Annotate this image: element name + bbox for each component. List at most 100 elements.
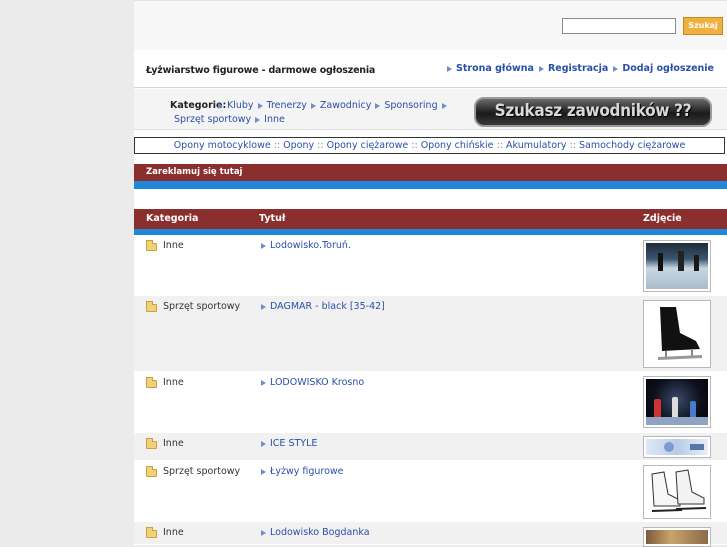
folder-icon	[146, 527, 157, 538]
category-label: Sprzęt sportowy	[174, 114, 252, 125]
row-title: Lodowisko Bogdanka	[270, 527, 370, 538]
link-separator: ::	[569, 140, 576, 151]
site-title: Łyżwiarstwo figurowe - darmowe ogłoszeni…	[146, 65, 376, 76]
link-separator: ::	[411, 140, 418, 151]
category-link-inne[interactable]: Inne	[264, 114, 285, 125]
row-photo[interactable]	[643, 527, 711, 547]
category-link-kluby[interactable]: Kluby	[218, 100, 254, 111]
arrow-icon	[261, 529, 266, 536]
rink-night-image	[646, 379, 708, 425]
arrow-icon	[261, 242, 266, 249]
sponsor-link[interactable]: Opony ciężarowe	[327, 140, 409, 151]
category-link-sprzet[interactable]: Sprzęt sportowy	[174, 114, 261, 125]
sponsor-link[interactable]: Akumulatory	[506, 140, 567, 151]
row-photo[interactable]	[643, 436, 711, 458]
row-category: Inne	[163, 438, 184, 449]
link-separator: ::	[496, 140, 503, 151]
search-input[interactable]	[562, 18, 676, 34]
row-title: Lodowisko.Toruń.	[270, 240, 351, 251]
row-category: Inne	[163, 240, 184, 251]
row-title-link[interactable]: LODOWISKO Krosno	[261, 377, 364, 388]
table-row: Inne Lodowisko Bogdanka	[134, 522, 727, 547]
category-link-zawodnicy[interactable]: Zawodnicy	[310, 100, 372, 111]
search-button[interactable]: Szukaj	[683, 17, 723, 35]
category-label: Sponsoring	[384, 100, 438, 111]
row-title-link[interactable]: Łyżwy figurowe	[261, 466, 344, 477]
column-header-title: Tytuł	[259, 213, 286, 224]
link-separator: ::	[273, 140, 281, 151]
rink-photo-image	[646, 530, 708, 544]
folder-icon	[146, 438, 157, 449]
sponsor-link[interactable]: Opony chińskie	[421, 140, 494, 151]
row-title-link[interactable]: ICE STYLE	[261, 438, 317, 449]
row-title: Łyżwy figurowe	[270, 466, 344, 477]
rink-photo-image	[646, 243, 708, 289]
sponsor-link[interactable]: Opony motocyklowe	[174, 140, 271, 151]
sponsor-link[interactable]: Samochody ciężarowe	[579, 140, 685, 151]
row-photo[interactable]	[643, 465, 711, 519]
nav-label: Registracja	[547, 63, 609, 74]
sponsor-link[interactable]: Opony	[283, 140, 314, 151]
nav-register-link[interactable]: Registracja	[538, 63, 609, 74]
category-label: Zawodnicy	[319, 100, 372, 111]
folder-icon	[146, 301, 157, 312]
table-row: Sprzęt sportowy DAGMAR - black [35-42]	[134, 296, 727, 372]
folder-icon	[146, 377, 157, 388]
advert-divider	[134, 181, 727, 189]
arrow-icon	[441, 102, 447, 109]
row-category: Inne	[163, 377, 184, 388]
row-category: Sprzęt sportowy	[163, 466, 241, 477]
search-players-banner[interactable]: Szukasz zawodników ??	[474, 97, 712, 127]
top-nav: Strona główna Registracja Dodaj ogłoszen…	[447, 63, 714, 74]
arrow-icon	[218, 102, 223, 109]
arrow-icon	[613, 65, 619, 72]
arrow-icon	[447, 65, 453, 72]
folder-icon	[146, 240, 157, 251]
black-skate-image	[646, 303, 708, 365]
row-title: DAGMAR - black [35-42]	[270, 301, 385, 312]
nav-home-link[interactable]: Strona główna	[447, 63, 534, 74]
white-skates-image	[646, 468, 708, 516]
categories-line-1: Kluby Trenerzy Zawodnicy Sponsoring	[218, 100, 447, 111]
sponsor-links-row: Opony motocyklowe :: Opony :: Opony cięż…	[134, 137, 725, 154]
row-title-link[interactable]: DAGMAR - black [35-42]	[261, 301, 385, 312]
arrow-icon	[261, 440, 266, 447]
arrow-icon	[261, 468, 266, 475]
arrow-icon	[261, 303, 266, 310]
row-photo[interactable]	[643, 300, 711, 368]
category-label: Inne	[264, 114, 285, 125]
table-header: Kategoria Tytuł Zdjęcie	[134, 209, 727, 229]
table-row: Inne Lodowisko.Toruń.	[134, 235, 727, 296]
row-category: Sprzęt sportowy	[163, 301, 241, 312]
search-bar: Szukaj	[134, 0, 727, 50]
arrow-icon	[538, 65, 544, 72]
title-row: Łyżwiarstwo figurowe - darmowe ogłoszeni…	[134, 50, 727, 88]
category-label: Kluby	[227, 100, 254, 111]
arrow-icon	[375, 102, 381, 109]
nav-label: Dodaj ogłoszenie	[622, 63, 714, 74]
link-separator: ::	[317, 140, 324, 151]
advertise-link[interactable]: Zareklamuj się tutaj	[134, 164, 727, 181]
row-title: ICE STYLE	[270, 438, 318, 449]
row-photo[interactable]	[643, 240, 711, 292]
column-header-category: Kategoria	[146, 213, 199, 224]
arrow-icon	[261, 379, 266, 386]
nav-add-ad-link[interactable]: Dodaj ogłoszenie	[613, 63, 714, 74]
page: Szukaj Łyżwiarstwo figurowe - darmowe og…	[134, 0, 727, 547]
arrow-icon	[310, 102, 316, 109]
table-row: Sprzęt sportowy Łyżwy figurowe	[134, 461, 727, 522]
folder-icon	[146, 466, 157, 477]
category-link-trenerzy[interactable]: Trenerzy	[257, 100, 307, 111]
category-label: Trenerzy	[266, 100, 307, 111]
table-row: Inne ICE STYLE	[134, 433, 727, 461]
nav-label: Strona główna	[456, 63, 534, 74]
ice-style-image	[646, 439, 708, 455]
row-photo[interactable]	[643, 376, 711, 428]
row-title-link[interactable]: Lodowisko.Toruń.	[261, 240, 351, 251]
row-title-link[interactable]: Lodowisko Bogdanka	[261, 527, 370, 538]
categories-box: Kategorie: Kluby Trenerzy Zawodnicy Spon…	[134, 89, 727, 130]
category-link-sponsoring[interactable]: Sponsoring	[375, 100, 447, 111]
row-category: Inne	[163, 527, 184, 538]
categories-line-2: Sprzęt sportowy Inne	[174, 114, 285, 125]
arrow-icon	[257, 102, 263, 109]
